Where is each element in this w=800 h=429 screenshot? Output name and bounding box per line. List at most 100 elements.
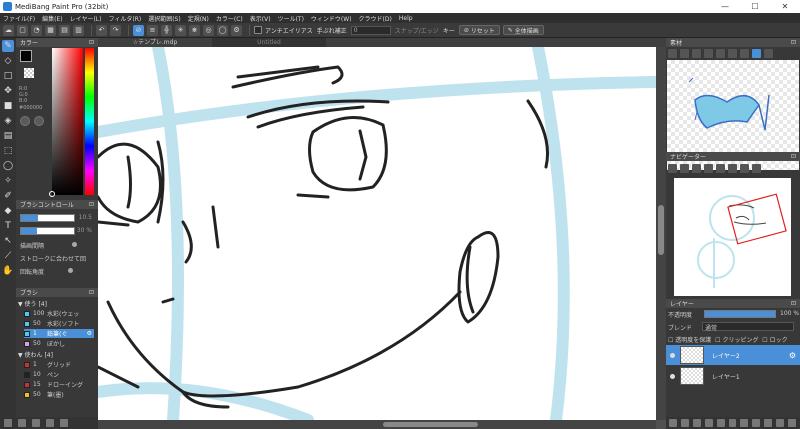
panel-menu-icon[interactable]: ⊡ — [89, 39, 94, 46]
scroll-thumb[interactable] — [383, 422, 478, 427]
saturation-value-picker[interactable] — [52, 48, 83, 195]
comment-icon[interactable]: ◔ — [31, 24, 42, 36]
eye-icon[interactable] — [670, 352, 675, 358]
panel-menu-icon[interactable]: ⊡ — [791, 153, 796, 160]
grid-icon[interactable]: ▦ — [45, 24, 56, 36]
gear-icon[interactable]: ⚙ — [789, 351, 796, 360]
menu-cloud[interactable]: クラウド(D) — [359, 14, 392, 23]
close-button[interactable]: ✕ — [770, 2, 800, 11]
redo-icon[interactable]: ↷ — [110, 24, 121, 36]
menu-filter[interactable]: フィルタ(R) — [108, 14, 141, 23]
minimize-button[interactable]: — — [710, 2, 740, 11]
brush-group-header[interactable]: ▼ 使わん [4] — [18, 350, 53, 359]
hand-icon[interactable] — [752, 48, 761, 58]
cloud-icon[interactable]: ☁ — [3, 24, 14, 36]
antialias-checkbox[interactable] — [254, 26, 262, 34]
color-wheel-icon[interactable] — [20, 116, 30, 126]
brush-size-slider[interactable] — [20, 214, 75, 222]
layer-opacity-slider[interactable] — [704, 310, 776, 318]
select-eraser-tool-icon[interactable]: ◆ — [2, 205, 14, 217]
brush-menu-icon[interactable] — [32, 419, 40, 427]
move-up-icon[interactable] — [752, 419, 761, 427]
reset-button[interactable]: ⊘ リセット — [458, 25, 500, 35]
brush-item[interactable]: 50 ぼかし — [24, 339, 94, 348]
brush-item[interactable]: 100 水彩(ウェッ — [24, 309, 94, 318]
new-8bit-layer-icon[interactable] — [692, 419, 701, 427]
bucket-tool-icon[interactable]: ◈ — [2, 115, 14, 127]
hand-tool-icon[interactable]: ✋ — [2, 265, 14, 277]
delete-layer-icon[interactable] — [788, 419, 796, 427]
rotate-right-icon[interactable] — [728, 48, 737, 58]
brush-opacity-slider[interactable] — [20, 227, 75, 235]
delete-brush-icon[interactable] — [60, 419, 68, 427]
brush-item[interactable]: 50 水彩(ソフト — [24, 319, 94, 328]
menu-ruler[interactable]: 定規(N) — [188, 14, 209, 23]
brush-tool-icon[interactable]: ✎ — [2, 40, 14, 52]
panel-menu-icon[interactable]: ⊡ — [89, 201, 94, 208]
palette-icon[interactable] — [34, 116, 44, 126]
snap-circle-icon[interactable]: ◎ — [203, 24, 214, 36]
menu-selection[interactable]: 選択範囲(S) — [148, 14, 181, 23]
delete-icon[interactable] — [764, 48, 773, 58]
select-tool-icon[interactable]: ⬚ — [2, 145, 14, 157]
lock-checkbox[interactable]: ☐ — [760, 337, 769, 344]
menu-edit[interactable]: 編集(E) — [42, 14, 62, 23]
flip-icon[interactable] — [752, 163, 761, 173]
rotate-slider-knob[interactable] — [68, 268, 73, 273]
rotate-left-icon[interactable] — [716, 163, 725, 173]
merge-down-icon[interactable] — [740, 419, 749, 427]
actual-size-icon[interactable] — [704, 163, 713, 173]
menu-color[interactable]: カラー(C) — [216, 14, 243, 23]
rotate-left-icon[interactable] — [716, 48, 725, 58]
new-1bit-layer-icon[interactable] — [704, 419, 713, 427]
new-file-icon[interactable]: ▢ — [17, 24, 28, 36]
move-tool-icon[interactable]: ✥ — [2, 85, 14, 97]
eye-icon[interactable] — [670, 373, 675, 379]
fill-rect-tool-icon[interactable]: ■ — [2, 100, 14, 112]
new-halftone-layer-icon[interactable] — [680, 419, 689, 427]
new-layer-icon[interactable] — [669, 419, 677, 427]
zoom-out-icon[interactable] — [680, 163, 689, 173]
gear-icon[interactable]: ⚙ — [87, 330, 92, 337]
layer-settings-icon[interactable] — [776, 419, 785, 427]
stabilizer-select[interactable]: 0 — [350, 25, 391, 35]
blend-mode-select[interactable]: 通常 — [702, 322, 794, 332]
brush-item-selected[interactable]: 1 鉛筆(ぐ ⚙ — [24, 329, 94, 338]
upload-icon[interactable] — [668, 48, 677, 58]
text-tool-icon[interactable]: T — [2, 220, 14, 232]
menu-view[interactable]: 表示(V) — [250, 14, 271, 23]
snap-gear-icon[interactable]: ⚙ — [231, 24, 242, 36]
gradient-tool-icon[interactable]: ▤ — [2, 130, 14, 142]
layer-row-selected[interactable]: レイヤー2 ⚙ — [666, 345, 800, 365]
zoom-in-icon[interactable] — [680, 48, 689, 58]
undo-icon[interactable]: ↶ — [96, 24, 107, 36]
page-icon[interactable]: ▤ — [59, 24, 70, 36]
tab-untitled[interactable]: Untitled — [212, 38, 326, 47]
scroll-thumb[interactable] — [658, 205, 664, 255]
snap-off-icon[interactable]: ⊘ — [133, 24, 144, 36]
primary-color-swatch[interactable] — [20, 50, 32, 62]
move-down-icon[interactable] — [764, 419, 773, 427]
shape-tool-icon[interactable]: □ — [2, 70, 14, 82]
brush-group-header[interactable]: ▼ 使う [4] — [18, 299, 47, 308]
magic-wand-tool-icon[interactable]: ✧ — [2, 175, 14, 187]
transparent-swatch[interactable] — [24, 68, 34, 78]
interval-slider-knob[interactable] — [72, 242, 77, 247]
maximize-button[interactable]: ☐ — [740, 2, 770, 11]
snap-cross-icon[interactable]: ╬ — [161, 24, 172, 36]
snap-parallel-icon[interactable]: ≡ — [147, 24, 158, 36]
menu-tool[interactable]: ツール(T) — [278, 14, 304, 23]
hue-slider[interactable] — [85, 48, 94, 195]
panel-menu-icon[interactable]: ⊡ — [89, 289, 94, 296]
drawing-canvas[interactable] — [98, 47, 656, 420]
pen-icon[interactable] — [740, 48, 749, 58]
eyedropper-tool-icon[interactable]: ⟋ — [2, 250, 14, 262]
reset-rotation-icon[interactable] — [740, 163, 749, 173]
menu-layer[interactable]: レイヤー(L) — [70, 14, 102, 23]
brush-item[interactable]: 1 グリッド — [24, 360, 94, 369]
brush-item[interactable]: 15 ドローイング — [24, 380, 94, 389]
menu-window[interactable]: ウィンドウ(W) — [311, 14, 352, 23]
panel-menu-icon[interactable]: ⊡ — [791, 39, 796, 46]
navigator-preview[interactable] — [674, 178, 791, 296]
rotate-right-icon[interactable] — [728, 163, 737, 173]
